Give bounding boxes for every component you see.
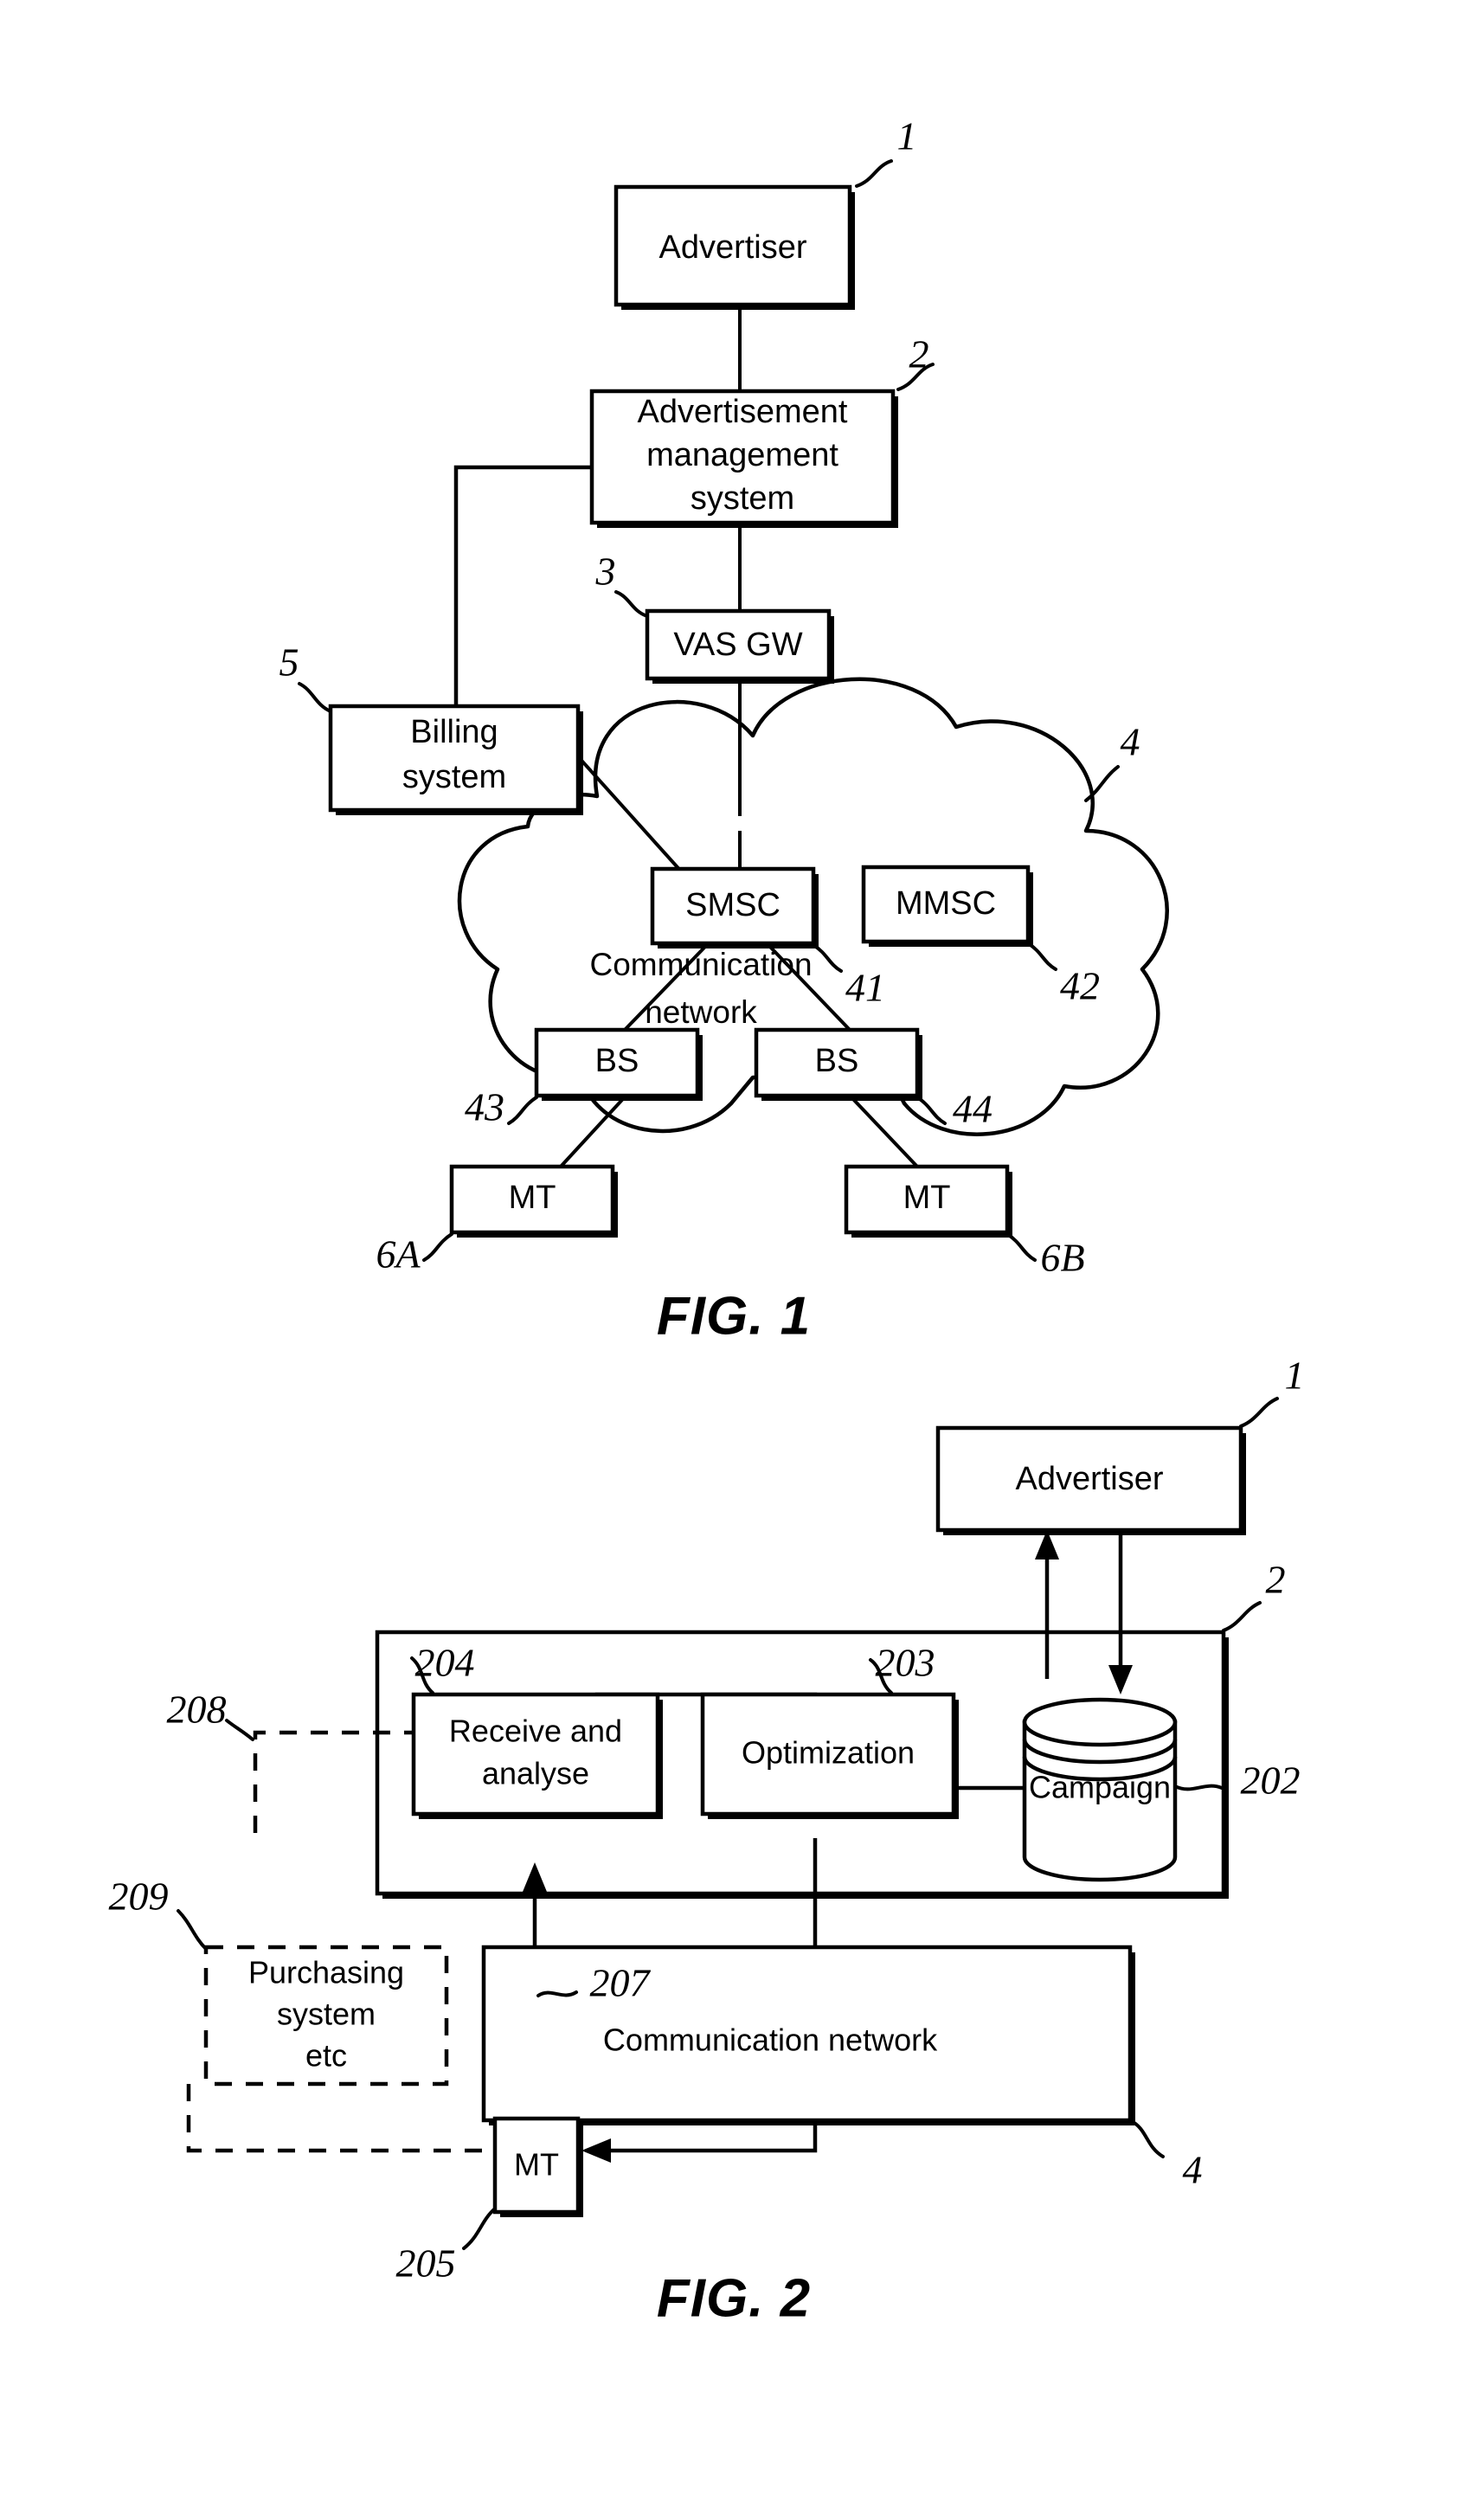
commnet2-ref-number: 207 (590, 1961, 652, 2005)
purchasing-label-line3: etc (305, 2038, 347, 2074)
bs-left-ref-leader (507, 1096, 538, 1125)
ams2-ref-number: 2 (1266, 1558, 1286, 1602)
purchasing-label-line1: Purchasing (248, 1955, 404, 1990)
arrow-optimization-to-mt-head (581, 2138, 611, 2163)
campaign-label: Campaign (1029, 1770, 1171, 1805)
purchasing-to-mt-dashed (186, 2084, 528, 2153)
mt2-ref-leader (462, 2207, 497, 2250)
advertiser2-label: Advertiser (1015, 1461, 1163, 1497)
commnet2-label: Communication network (603, 2022, 938, 2058)
mt-right-ref-leader (1005, 1232, 1037, 1262)
patent-figure-sheet: Communication network Advertiser 1 Adver… (0, 0, 1484, 2495)
receive-ref-number: 204 (415, 1641, 475, 1685)
bs-left-ref-number: 43 (465, 1085, 504, 1129)
ams-label-line2: management (646, 437, 838, 473)
advertiser2-ref-leader (1239, 1397, 1279, 1428)
cloud-ref-number: 4 (1121, 720, 1140, 764)
vasgw-ref-leader (614, 590, 649, 618)
ams2-ref-leader (1222, 1601, 1262, 1632)
billing-ref-number: 5 (279, 640, 299, 685)
mt-left-ref-number: 6A (376, 1232, 421, 1276)
link-208-ref-leader (225, 1719, 254, 1741)
ams-label-line1: Advertisement (638, 394, 848, 430)
mt2-label: MT (514, 2147, 559, 2183)
ams-ref-number: 2 (909, 332, 929, 376)
campaign-cylinder[interactable]: Campaign (1022, 1697, 1178, 1882)
receive-label-line2: analyse (482, 1756, 589, 1791)
smsc-label: SMSC (685, 887, 781, 923)
cloud-label-line2: network (645, 994, 757, 1030)
mt-right-ref-number: 6B (1040, 1236, 1084, 1280)
figure-2-caption: FIG. 2 (657, 2268, 811, 2328)
campaign-cylinder-top (1022, 1697, 1178, 1747)
billing-label-line1: Billing (410, 714, 498, 750)
campaign-ref-number: 202 (1241, 1759, 1301, 1803)
vasgw-ref-number: 3 (595, 550, 616, 594)
purchasing-ref-leader (177, 1909, 208, 1951)
link-208-ref-number: 208 (167, 1688, 227, 1732)
bs-right-label: BS (815, 1043, 859, 1079)
network-ref-leader (1128, 2119, 1165, 2158)
figure-canvas: Communication network Advertiser 1 Adver… (109, 114, 1305, 2329)
network-ref-number: 4 (1183, 2148, 1203, 2192)
figure-2-group: Advertiser 1 2 208 210 (109, 1354, 1305, 2329)
mt-left-ref-leader (422, 1232, 453, 1262)
advertiser-label: Advertiser (658, 229, 806, 266)
mmsc-label: MMSC (896, 885, 996, 922)
optimization-label: Optimization (742, 1735, 915, 1771)
advertiser-ref-leader (855, 159, 893, 188)
figure-1-caption: FIG. 1 (657, 1286, 811, 1346)
billing-label-line2: system (402, 759, 506, 795)
bs-right-ref-number: 44 (953, 1087, 993, 1131)
smsc-ref-number: 41 (845, 966, 885, 1010)
bs-left-label: BS (595, 1043, 639, 1079)
receive-label-line1: Receive and (449, 1714, 622, 1749)
vasgw-label: VAS GW (673, 627, 802, 663)
purchasing-label-line2: system (277, 1997, 376, 2032)
mt-right-label: MT (903, 1180, 951, 1216)
advertiser-ref-number: 1 (897, 114, 917, 158)
figure-1-group: Communication network Advertiser 1 Adver… (279, 114, 1169, 1346)
mt-left-label: MT (509, 1180, 556, 1216)
optimization-ref-number: 203 (876, 1641, 935, 1685)
connector-ams-to-billing (453, 465, 597, 706)
billing-ref-leader (298, 682, 332, 713)
mt2-ref-number: 205 (396, 2241, 456, 2286)
mmsc-ref-number: 42 (1060, 964, 1100, 1008)
advertiser2-ref-number: 1 (1285, 1354, 1305, 1398)
ams-label-line3: system (691, 480, 794, 517)
purchasing-ref-number: 209 (109, 1874, 169, 1919)
